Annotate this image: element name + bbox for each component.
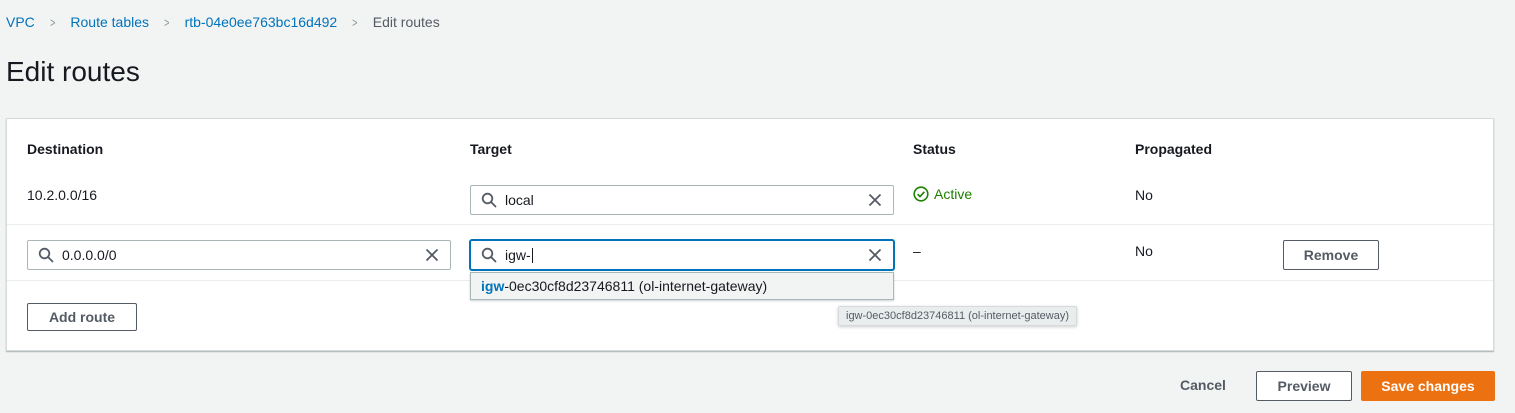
status-text: Active xyxy=(934,186,973,202)
suggestion-rest: -0ec30cf8d23746811 (ol-internet-gateway) xyxy=(504,278,768,294)
breadcrumb: VPC > Route tables > rtb-04e0ee763bc16d4… xyxy=(6,14,440,30)
chevron-right-icon: > xyxy=(352,14,358,30)
search-icon xyxy=(38,247,54,263)
target-input[interactable]: local xyxy=(470,185,894,215)
status-text: – xyxy=(913,243,921,259)
page-title: Edit routes xyxy=(6,56,140,87)
destination-value: 10.2.0.0/16 xyxy=(27,187,98,203)
routes-panel: Destination Target Status Propagated 10.… xyxy=(6,118,1494,351)
text-cursor xyxy=(531,248,533,264)
cancel-button[interactable]: Cancel xyxy=(1180,377,1226,393)
destination-input[interactable]: 0.0.0.0/0 xyxy=(27,240,451,270)
breadcrumb-vpc[interactable]: VPC xyxy=(6,14,35,30)
propagated-value: No xyxy=(1135,243,1153,259)
close-icon[interactable] xyxy=(867,247,883,263)
tooltip: igw-0ec30cf8d23746811 (ol-internet-gatew… xyxy=(838,306,1077,326)
close-icon[interactable] xyxy=(424,247,440,263)
check-circle-icon xyxy=(913,186,929,202)
search-icon xyxy=(481,192,497,208)
column-header-status: Status xyxy=(913,141,956,157)
close-icon[interactable] xyxy=(867,192,883,208)
search-icon xyxy=(481,247,497,263)
chevron-right-icon: > xyxy=(164,14,170,30)
remove-button[interactable]: Remove xyxy=(1283,240,1379,270)
target-input[interactable]: igw- xyxy=(470,240,894,270)
chevron-right-icon: > xyxy=(49,14,56,30)
column-header-destination: Destination xyxy=(27,141,104,157)
status-badge: Active xyxy=(913,186,972,202)
row-divider xyxy=(7,224,1493,225)
propagated-value: No xyxy=(1135,187,1153,203)
destination-value: 0.0.0.0/0 xyxy=(62,247,117,263)
column-header-target: Target xyxy=(470,141,512,157)
column-header-propagated: Propagated xyxy=(1135,141,1213,157)
target-suggestion-option[interactable]: igw -0ec30cf8d23746811 (ol-internet-gatew… xyxy=(470,272,894,300)
preview-button[interactable]: Preview xyxy=(1256,371,1352,401)
breadcrumb-route-table-id[interactable]: rtb-04e0ee763bc16d492 xyxy=(185,14,338,30)
breadcrumb-current: Edit routes xyxy=(372,14,440,30)
target-value: igw- xyxy=(505,246,531,263)
suggestion-match: igw xyxy=(481,278,505,294)
target-value: local xyxy=(505,192,534,208)
add-route-button[interactable]: Add route xyxy=(27,303,137,331)
breadcrumb-route-tables[interactable]: Route tables xyxy=(70,14,149,30)
save-changes-button[interactable]: Save changes xyxy=(1361,371,1495,401)
